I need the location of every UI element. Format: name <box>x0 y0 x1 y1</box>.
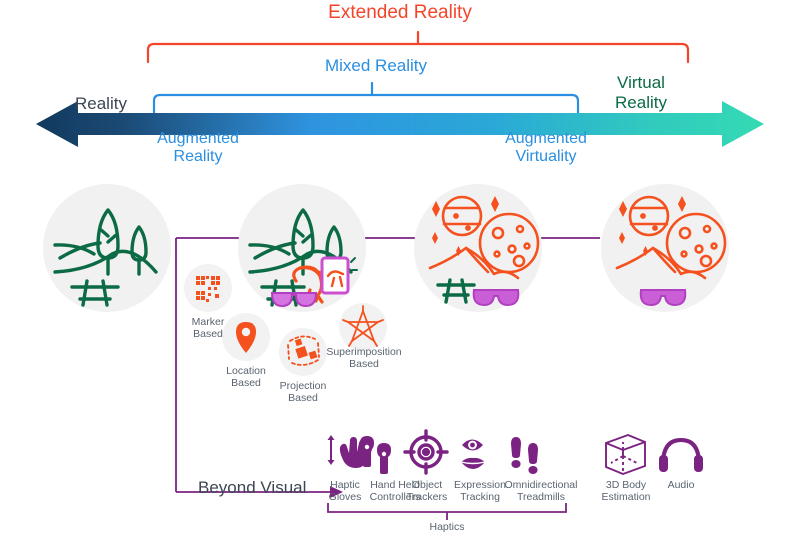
haptics-bracket <box>327 503 567 520</box>
beyond-visual-label: Beyond Visual <box>198 478 307 497</box>
qr-code-icon <box>184 264 232 312</box>
augmented-virtuality-scene <box>414 184 542 312</box>
extended-reality-title: Extended Reality <box>328 2 472 23</box>
cube-icon <box>605 433 646 476</box>
augmented-virtuality-label: Augmented Virtuality <box>505 130 587 166</box>
virtual-reality-end-label: Virtual Reality <box>615 73 667 112</box>
reality-end-label: Reality <box>75 94 127 113</box>
beyond-visual-item-audio: Audio <box>667 479 695 491</box>
beyond-visual-item-omnidirectional-treadmills: Omnidirectional Treadmills <box>504 479 578 504</box>
beyond-visual-icons <box>327 429 703 476</box>
eye-lips-icon <box>460 439 486 469</box>
star-overlay-icon <box>339 303 387 351</box>
virtual-reality-scene <box>601 184 729 312</box>
ar-type-label-marker: Marker Based <box>191 316 225 341</box>
ar-type-label-superimposition: Superimposition Based <box>326 346 402 371</box>
hand-controller-icon <box>360 436 391 474</box>
mixed-reality-bracket <box>152 81 580 117</box>
haptics-group-label: Haptics <box>429 521 465 533</box>
crosshair-icon <box>403 429 449 475</box>
augmented-reality-scene <box>238 184 366 312</box>
ar-type-label-projection: Projection Based <box>279 380 327 405</box>
reality-scene <box>43 184 171 312</box>
augmented-reality-label: Augmented Reality <box>157 130 239 166</box>
headphones-icon <box>659 437 703 472</box>
xr-spectrum-diagram: Extended Reality Mixed Reality Reality V… <box>0 0 800 540</box>
footprints-icon <box>511 437 538 474</box>
